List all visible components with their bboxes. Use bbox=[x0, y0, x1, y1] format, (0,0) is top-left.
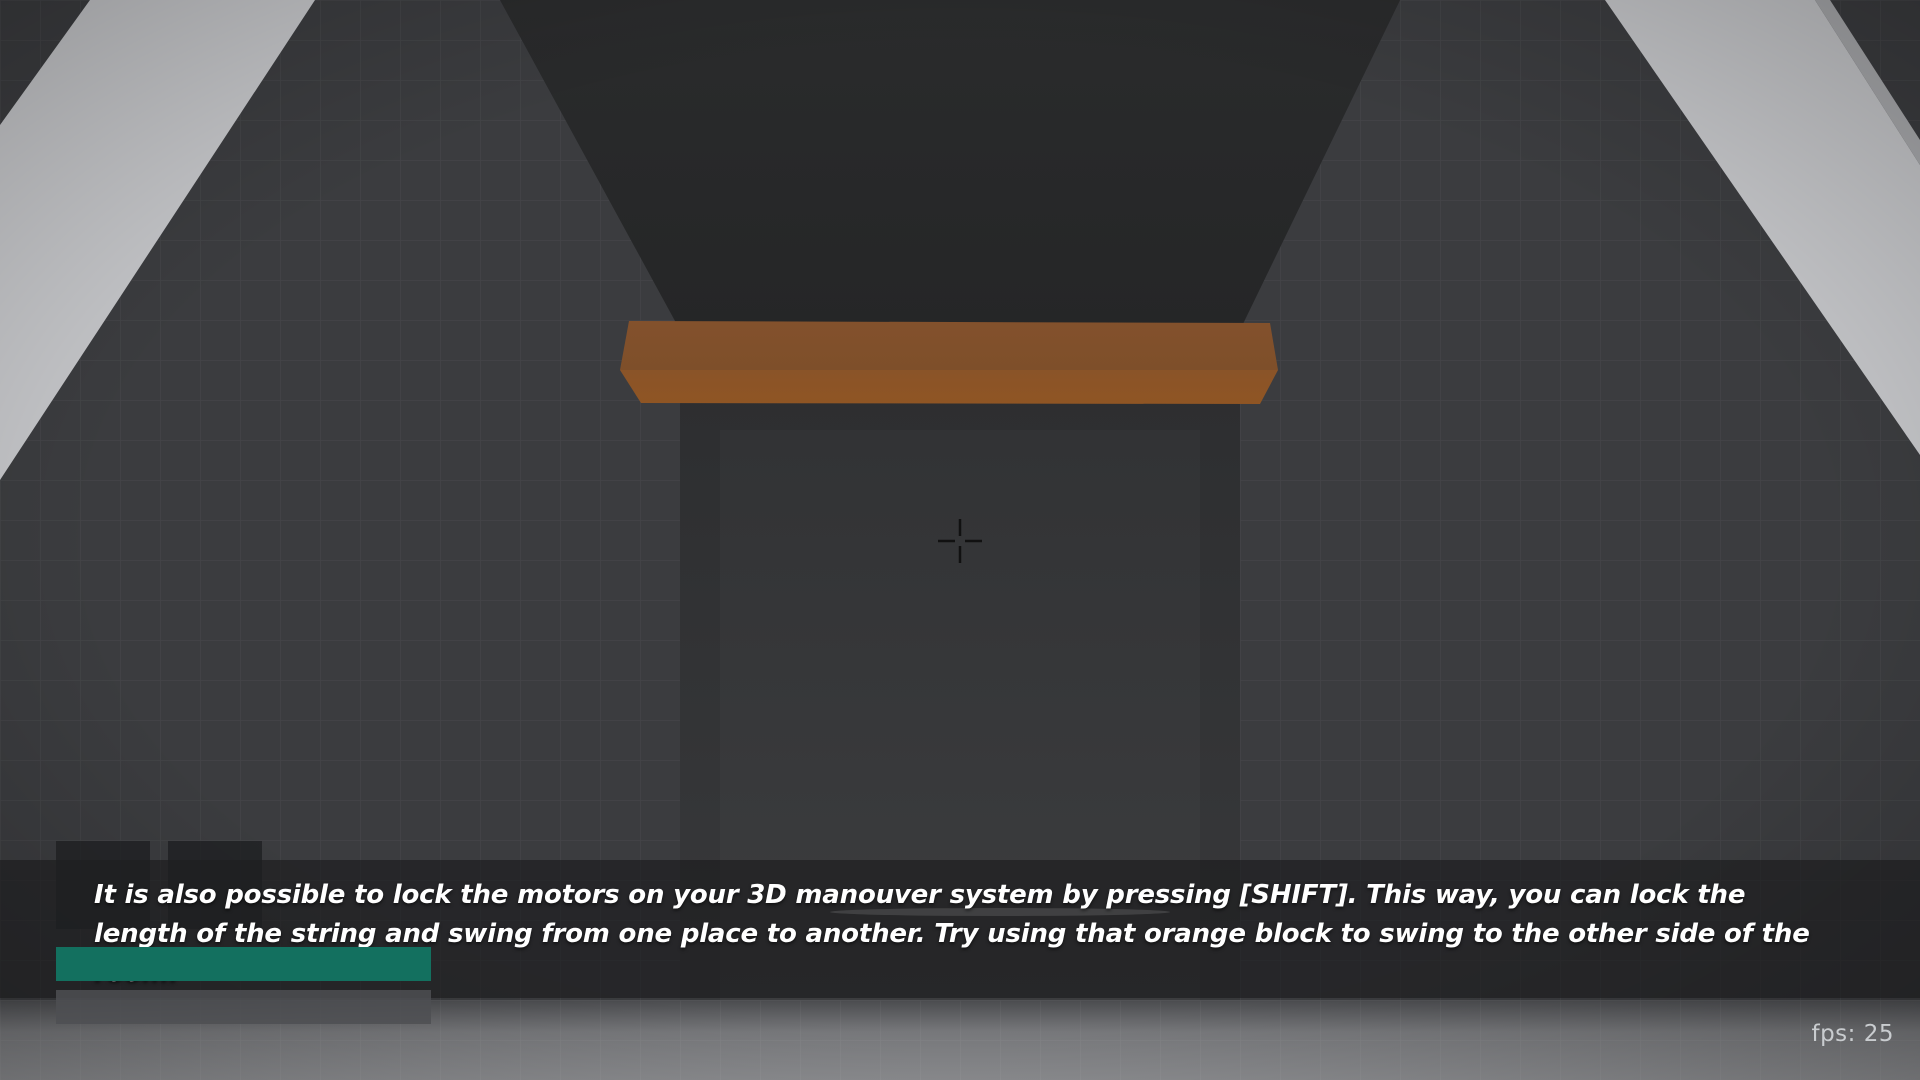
crosshair-icon bbox=[938, 519, 982, 563]
health-bar bbox=[56, 990, 431, 1024]
gas-bar-fill bbox=[56, 947, 431, 981]
health-bar-fill bbox=[56, 990, 431, 1024]
game-viewport[interactable]: It is also possible to lock the motors o… bbox=[0, 0, 1920, 1080]
fps-label: fps: bbox=[1811, 1021, 1864, 1047]
fps-value: 25 bbox=[1863, 1021, 1894, 1047]
gas-bar bbox=[56, 947, 431, 981]
fps-counter: fps: 25 bbox=[1811, 1021, 1894, 1047]
